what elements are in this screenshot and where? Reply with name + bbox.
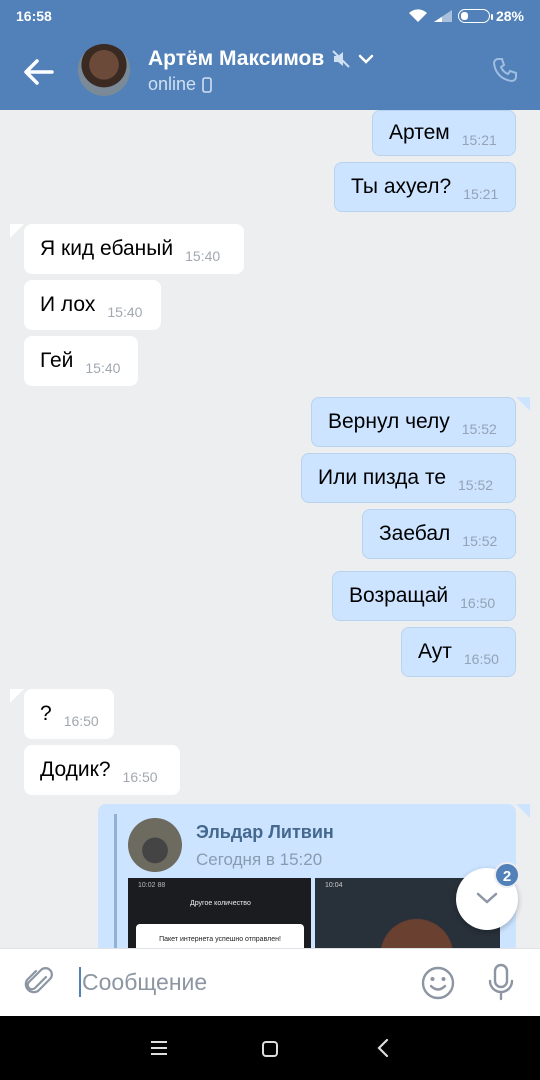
- message-composer: Сообщение: [0, 948, 540, 1016]
- phone-call-icon[interactable]: [492, 57, 518, 83]
- forward-bar: [114, 814, 117, 948]
- message-bubble[interactable]: Или пизда те 15:52: [301, 453, 516, 503]
- attached-screenshot[interactable]: 10:02 88 Другое количество Пакет интерне…: [128, 878, 311, 948]
- message-bubble[interactable]: Я кид ебаный 15:40: [24, 224, 244, 274]
- message-text: И лох: [40, 293, 96, 316]
- mobile-device-icon: [202, 76, 212, 93]
- message-text: Вернул челу: [328, 410, 450, 433]
- attach-icon[interactable]: [22, 965, 56, 999]
- chat-header: 16:58 28% Артём Максимов online: [0, 0, 540, 110]
- chevron-down-icon: [359, 54, 374, 64]
- message-bubble[interactable]: Вернул челу 15:52: [311, 397, 516, 447]
- bubble-tail: [516, 804, 530, 818]
- forward-author-name[interactable]: Эльдар Литвин: [196, 822, 334, 843]
- forward-author-avatar[interactable]: [128, 818, 182, 872]
- recent-apps-icon[interactable]: [150, 1040, 168, 1056]
- message-bubble[interactable]: Артем 15:21: [372, 110, 516, 156]
- message-input[interactable]: Сообщение: [82, 969, 207, 996]
- message-bubble[interactable]: Аут 16:50: [401, 627, 516, 677]
- message-list[interactable]: Артем 15:21 Ты ахуел? 15:21 Я кид ебаный…: [0, 110, 540, 948]
- emoji-icon[interactable]: [420, 965, 456, 1001]
- message-text: Артем: [389, 121, 450, 144]
- message-time: 16:50: [460, 595, 496, 611]
- status-bar: 16:58 28%: [0, 0, 540, 32]
- screenshot-status-time: 10:02 88: [138, 882, 166, 889]
- back-arrow-icon[interactable]: [22, 56, 54, 88]
- system-nav-bar: [0, 1016, 540, 1080]
- message-text: Гей: [40, 349, 74, 372]
- message-text: Заебал: [379, 522, 451, 545]
- message-time: 15:21: [461, 132, 497, 148]
- message-text: Возращай: [349, 584, 449, 607]
- bubble-tail: [10, 224, 24, 238]
- message-bubble[interactable]: Ты ахуел? 15:21: [334, 162, 516, 212]
- contact-name: Артём Максимов: [148, 47, 325, 70]
- message-time: 15:52: [461, 421, 497, 437]
- battery-icon: [457, 9, 493, 23]
- message-text: Или пизда те: [318, 466, 447, 489]
- contact-status-row: online: [148, 74, 212, 95]
- message-bubble[interactable]: Заебал 15:52: [362, 509, 516, 559]
- screenshot-card: Пакет интернета успешно отправлен!: [136, 924, 304, 948]
- photo-status-time: 10:04: [325, 882, 343, 889]
- status-time: 16:58: [16, 8, 52, 24]
- message-bubble[interactable]: Возращай 16:50: [332, 571, 516, 621]
- wifi-icon: [408, 9, 427, 22]
- muted-icon: [332, 50, 351, 68]
- message-time: 15:21: [463, 186, 499, 202]
- forwarded-message[interactable]: Эльдар Литвин Сегодня в 15:20 10:02 88 Д…: [98, 804, 516, 948]
- contact-avatar[interactable]: [78, 44, 130, 96]
- screenshot-title: Другое количество: [190, 900, 251, 907]
- message-time: 15:52: [462, 533, 498, 549]
- message-time: 15:40: [85, 360, 121, 376]
- message-text: Аут: [418, 640, 452, 663]
- message-bubble[interactable]: Додик? 16:50: [24, 745, 180, 795]
- message-text: ?: [40, 702, 52, 725]
- status-icons: 28%: [408, 8, 524, 24]
- bubble-tail: [10, 689, 24, 703]
- message-text: Ты ахуел?: [351, 175, 452, 198]
- bubble-tail: [516, 397, 530, 411]
- text-cursor: [79, 967, 81, 997]
- chevron-down-icon: [476, 892, 498, 904]
- home-icon[interactable]: [262, 1041, 278, 1057]
- message-time: 15:40: [185, 248, 221, 264]
- microphone-icon[interactable]: [486, 963, 516, 1001]
- message-bubble[interactable]: ? 16:50: [24, 689, 114, 739]
- message-time: 15:52: [458, 477, 494, 493]
- message-time: 15:40: [107, 304, 143, 320]
- message-time: 16:50: [63, 713, 99, 729]
- contact-status: online: [148, 74, 197, 94]
- message-time: 16:50: [463, 651, 499, 667]
- system-back-icon[interactable]: [376, 1038, 390, 1058]
- message-text: Я кид ебаный: [40, 237, 174, 260]
- message-time: 16:50: [122, 769, 158, 785]
- contact-name-row[interactable]: Артём Максимов: [148, 47, 374, 71]
- battery-percent: 28%: [495, 8, 524, 24]
- signal-icon: [433, 10, 452, 22]
- message-bubble[interactable]: Гей 15:40: [24, 336, 138, 386]
- message-bubble[interactable]: И лох 15:40: [24, 280, 161, 330]
- unread-badge: 2: [494, 862, 520, 888]
- message-text: Додик?: [40, 758, 111, 781]
- forward-date: Сегодня в 15:20: [196, 850, 323, 869]
